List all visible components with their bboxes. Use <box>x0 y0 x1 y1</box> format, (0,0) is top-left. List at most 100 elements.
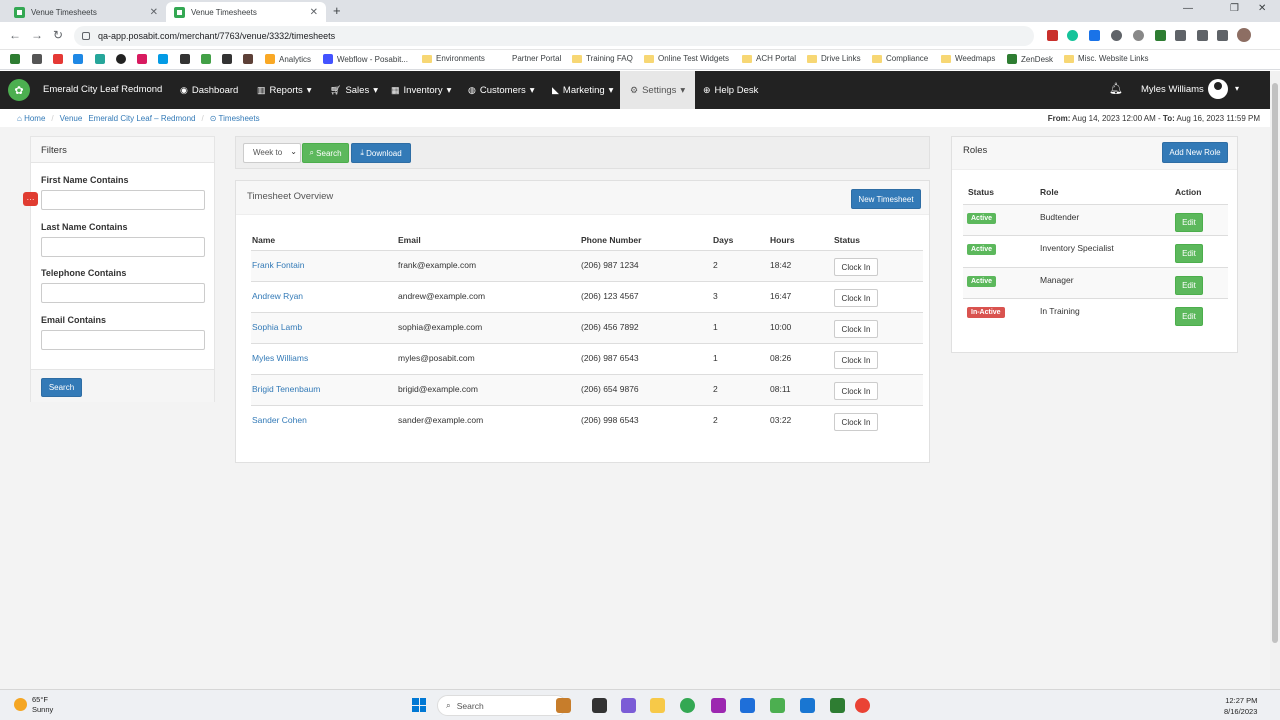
bookmark-webflow[interactable]: Webflow - Posabit... <box>323 54 408 64</box>
address-bar[interactable]: qa-app.posabit.com/merchant/7763/venue/3… <box>74 26 1034 46</box>
clock-in-button[interactable]: Clock In <box>834 320 878 338</box>
telephone-input[interactable] <box>41 283 205 303</box>
bookmark-zendesk[interactable]: ZenDesk <box>1007 54 1053 64</box>
add-new-role-button[interactable]: Add New Role <box>1162 142 1228 163</box>
bookmark-partner-portal[interactable]: Partner Portal <box>512 54 561 63</box>
weather-widget[interactable]: 65°F Sunny <box>14 695 53 715</box>
scrollbar-thumb[interactable] <box>1272 83 1278 643</box>
first-name-input[interactable] <box>41 190 205 210</box>
clock-in-button[interactable]: Clock In <box>834 258 878 276</box>
puzzle-icon[interactable] <box>1175 30 1186 41</box>
search-button[interactable]: ⌕ Search <box>302 143 349 163</box>
brand-name[interactable]: Emerald City Leaf Redmond <box>43 84 162 95</box>
app-icon[interactable] <box>711 698 726 713</box>
bookmark-icon[interactable] <box>201 54 211 64</box>
windows-start-icon[interactable] <box>412 698 426 712</box>
new-tab-icon[interactable]: + <box>333 3 341 18</box>
bookmark-online-test-widgets[interactable]: Online Test Widgets <box>644 54 729 63</box>
task-view-icon[interactable] <box>592 698 607 713</box>
back-icon[interactable]: ← <box>9 28 21 42</box>
nav-dashboard[interactable]: ◉ Dashboard <box>180 71 238 109</box>
nav-help-desk[interactable]: ⊕ Help Desk <box>703 71 758 109</box>
github-icon[interactable] <box>116 54 126 64</box>
extension-icon[interactable] <box>1155 30 1166 41</box>
app-icon[interactable] <box>830 698 845 713</box>
bookmark-icon[interactable] <box>10 54 20 64</box>
close-icon[interactable]: ✕ <box>310 7 318 18</box>
nav-marketing[interactable]: ◣ Marketing ▾ <box>552 71 613 109</box>
profile-avatar[interactable] <box>1237 28 1251 42</box>
extension-icon[interactable] <box>1111 30 1122 41</box>
bookmark-training-faq[interactable]: Training FAQ <box>572 54 633 63</box>
bookmark-icon[interactable] <box>137 54 147 64</box>
bookmark-misc-website-links[interactable]: Misc. Website Links <box>1064 54 1149 63</box>
nav-reports[interactable]: ▥ Reports ▾ <box>257 71 312 109</box>
chat-icon[interactable] <box>621 698 636 713</box>
bookmark-environments[interactable]: Environments <box>422 54 485 63</box>
bookmark-icon[interactable] <box>222 54 232 64</box>
employee-name-link[interactable]: Frank Fontain <box>252 260 304 270</box>
taskbar-clock[interactable]: 12:27 PM 8/16/2023 <box>1224 695 1257 717</box>
edit-role-button[interactable]: Edit <box>1175 307 1203 326</box>
bookmark-icon[interactable] <box>73 54 83 64</box>
breadcrumb-home[interactable]: ⌂ Home <box>17 114 45 123</box>
clock-in-button[interactable]: Clock In <box>834 289 878 307</box>
browser-tab-1[interactable]: Venue Timesheets ✕ <box>6 2 166 22</box>
chrome-icon[interactable] <box>855 698 870 713</box>
employee-name-link[interactable]: Brigid Tenenbaum <box>252 384 320 394</box>
extension-icon[interactable] <box>1047 30 1058 41</box>
bookmark-icon[interactable] <box>158 54 168 64</box>
user-name[interactable]: Myles Williams <box>1141 84 1204 95</box>
window-close-icon[interactable]: ✕ <box>1258 3 1266 14</box>
app-icon[interactable] <box>770 698 785 713</box>
bookmark-icon[interactable] <box>95 54 105 64</box>
app-icon[interactable] <box>556 698 571 713</box>
maximize-icon[interactable]: ❐ <box>1230 3 1239 14</box>
edit-role-button[interactable]: Edit <box>1175 213 1203 232</box>
bell-icon[interactable]: 🔔︎ <box>1109 82 1123 95</box>
bookmark-ach-portal[interactable]: ACH Portal <box>742 54 796 63</box>
download-button[interactable]: ⤓ Download <box>351 143 411 163</box>
taskbar-search[interactable]: ⌕ Search <box>437 695 567 716</box>
extension-icon[interactable] <box>1133 30 1144 41</box>
edit-role-button[interactable]: Edit <box>1175 244 1203 263</box>
file-explorer-icon[interactable] <box>650 698 665 713</box>
breadcrumb-venue-name[interactable]: Emerald City Leaf – Redmond <box>88 114 195 123</box>
new-timesheet-button[interactable]: New Timesheet <box>851 189 921 209</box>
extension-badge[interactable]: ··· <box>23 192 38 206</box>
nav-inventory[interactable]: ▦ Inventory ▾ <box>391 71 451 109</box>
close-icon[interactable]: ✕ <box>150 7 158 18</box>
leaf-logo-icon[interactable]: ✿ <box>8 79 30 101</box>
forward-icon[interactable]: → <box>31 28 43 42</box>
nav-sales[interactable]: 🛒︎ Sales ▾ <box>330 71 378 109</box>
bookmark-weedmaps[interactable]: Weedmaps <box>941 54 995 63</box>
range-select[interactable]: Week to ⌄ <box>243 143 301 163</box>
extension-icon[interactable] <box>1089 30 1100 41</box>
clock-in-button[interactable]: Clock In <box>834 413 878 431</box>
download-icon[interactable] <box>1197 30 1208 41</box>
minimize-icon[interactable]: — <box>1183 3 1193 14</box>
clock-in-button[interactable]: Clock In <box>834 351 878 369</box>
bookmark-analytics[interactable]: Analytics <box>265 54 311 64</box>
employee-name-link[interactable]: Andrew Ryan <box>252 291 303 301</box>
clock-in-button[interactable]: Clock In <box>834 382 878 400</box>
app-icon[interactable] <box>800 698 815 713</box>
browser-tab-2[interactable]: Venue Timesheets ✕ <box>166 2 326 22</box>
bookmark-icon[interactable] <box>32 54 42 64</box>
grammarly-icon[interactable] <box>1067 30 1078 41</box>
email-input[interactable] <box>41 330 205 350</box>
page-scrollbar[interactable] <box>1270 71 1280 689</box>
bookmark-compliance[interactable]: Compliance <box>872 54 928 63</box>
bookmark-icon[interactable] <box>243 54 253 64</box>
bookmark-icon[interactable] <box>180 54 190 64</box>
last-name-input[interactable] <box>41 237 205 257</box>
bookmark-icon[interactable] <box>53 54 63 64</box>
avatar[interactable] <box>1208 79 1228 99</box>
word-icon[interactable] <box>740 698 755 713</box>
sidepanel-icon[interactable] <box>1217 30 1228 41</box>
reload-icon[interactable]: ↻ <box>53 28 63 42</box>
edit-role-button[interactable]: Edit <box>1175 276 1203 295</box>
employee-name-link[interactable]: Sander Cohen <box>252 415 307 425</box>
filter-search-button[interactable]: Search <box>41 378 82 397</box>
breadcrumb-venue[interactable]: Venue <box>60 114 83 123</box>
